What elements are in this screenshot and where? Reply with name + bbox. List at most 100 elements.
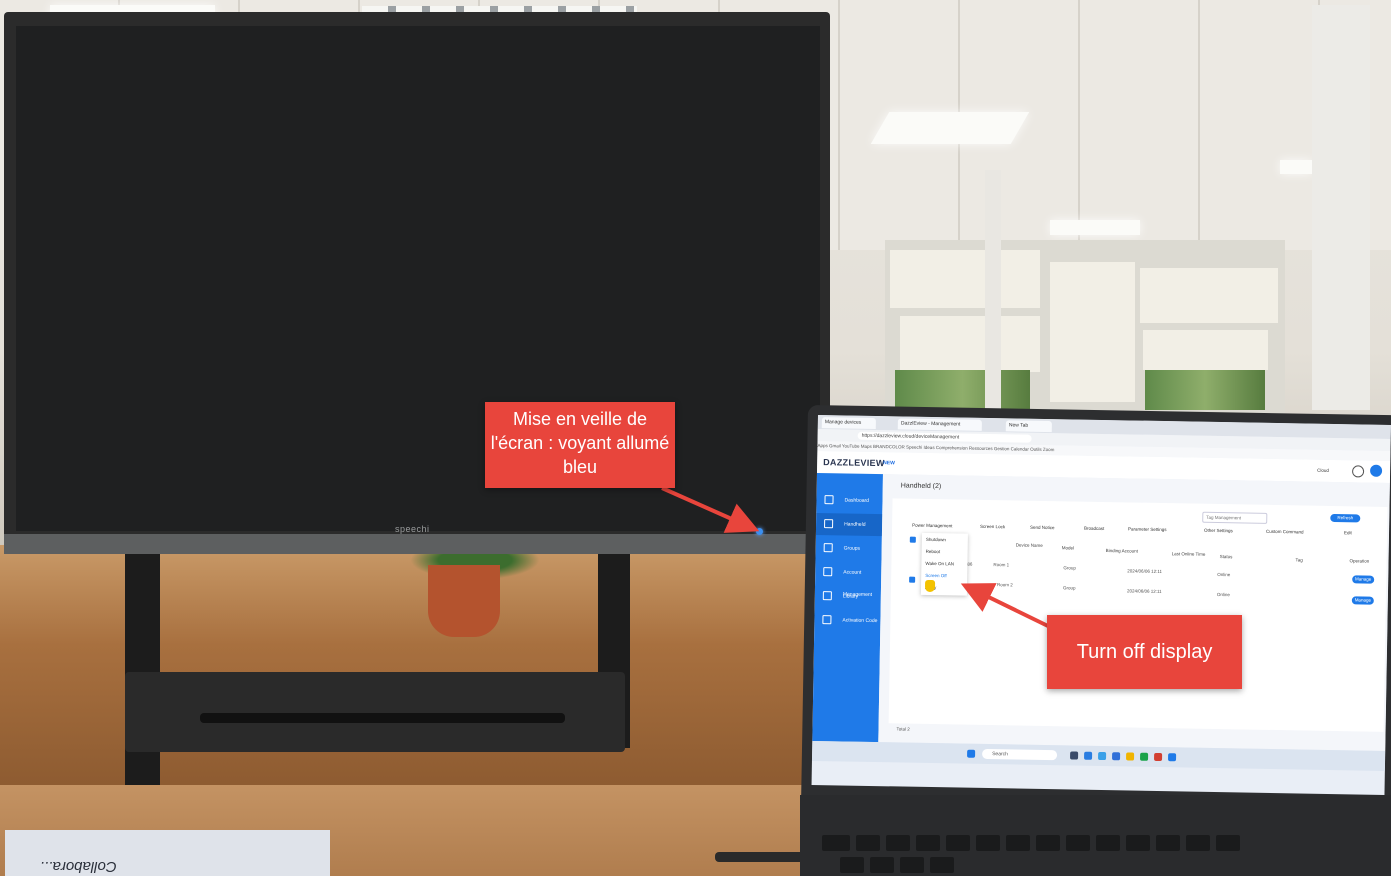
other-settings-button[interactable]: Other Settings	[1204, 528, 1233, 534]
keyboard-key	[1036, 835, 1060, 851]
app-icon[interactable]	[1140, 752, 1149, 761]
taskbar-search[interactable]: Search	[982, 748, 1058, 761]
screen-lock-button[interactable]: Screen Lock	[980, 524, 1005, 529]
menu-item-wake-on-lan[interactable]: Wake On LAN	[925, 561, 954, 566]
sidebar-item-account-management[interactable]: Account Management	[815, 561, 881, 598]
display-brand: speechi	[395, 524, 430, 534]
display-bezel	[4, 534, 830, 554]
column-header: Tag	[1295, 557, 1303, 563]
row-manage-button[interactable]: Manage	[1351, 596, 1374, 605]
monitor-stand-tray	[125, 672, 625, 752]
keyboard-key	[1156, 835, 1180, 851]
column-header: Binding Account	[1105, 548, 1138, 554]
keyboard-key	[822, 835, 850, 851]
app-logo: DAZZLEVIEW	[823, 457, 885, 469]
usb-cable	[715, 852, 805, 862]
laptop-keyboard	[800, 795, 1391, 876]
app-icon[interactable]	[1098, 751, 1107, 761]
folder-icon	[822, 591, 832, 601]
monitor-icon	[824, 519, 834, 529]
keyboard-key	[900, 857, 924, 873]
select-all-checkbox[interactable]	[909, 536, 916, 543]
standby-led-icon	[756, 528, 763, 535]
row-model: 86	[967, 561, 973, 567]
app-icon[interactable]	[1168, 753, 1177, 762]
row-device-name: Room 2	[997, 582, 1013, 588]
sidebar-item-label: Dashboard	[844, 497, 870, 504]
row-last-online: 2024/06/06 12:11	[1126, 588, 1162, 595]
photo-scene: speechi Collabora... Manage devices Dazz…	[0, 0, 1391, 876]
row-status: Online	[1217, 571, 1231, 578]
sidebar-item-label: Handheld	[844, 521, 866, 528]
menu-item-shutdown[interactable]: Shutdown	[926, 537, 946, 542]
pillar	[1312, 5, 1370, 410]
refresh-button[interactable]: Refresh	[1330, 513, 1361, 523]
table-footer: Total 2	[896, 726, 910, 732]
keyboard-key	[840, 857, 864, 873]
window-blind	[890, 250, 1040, 308]
plant-pot	[428, 565, 500, 637]
folder-icon[interactable]	[1126, 752, 1135, 761]
desk-paper-text: Collabora...	[40, 858, 117, 875]
keyboard-key	[916, 835, 940, 851]
browser-tab[interactable]: Manage devices	[821, 417, 876, 430]
group-icon	[823, 543, 833, 553]
outdoor-trees	[895, 370, 1030, 410]
tray-slot	[200, 713, 565, 723]
sidebar-item-dashboard[interactable]: Dashboard	[816, 489, 882, 512]
row-account: Group	[1062, 585, 1076, 591]
row-status: Online	[1216, 591, 1230, 598]
sidebar-item-groups[interactable]: Groups	[815, 537, 881, 560]
browser-tab[interactable]: New Tab	[1005, 420, 1052, 433]
pillar	[985, 170, 1001, 410]
page-title: Handheld (2)	[900, 482, 942, 491]
row-last-online: 2024/06/06 12:11	[1127, 568, 1163, 575]
row-account: Group	[1063, 565, 1076, 571]
parameter-settings-button[interactable]: Parameter Settings	[1128, 526, 1167, 532]
header-cloud-label[interactable]: Cloud	[1317, 468, 1329, 473]
column-header: Model	[1061, 545, 1075, 551]
taskview-icon[interactable]	[1070, 751, 1079, 760]
standby-callout: Mise en veille de l'écran : voyant allum…	[485, 402, 675, 488]
send-notice-button[interactable]: Send Notice	[1030, 525, 1055, 530]
keyboard-key	[870, 857, 894, 873]
keyboard-key	[886, 835, 910, 851]
display-screen-off	[16, 26, 820, 531]
row-checkbox[interactable]	[909, 576, 916, 583]
custom-command-button[interactable]: Custom Command	[1266, 529, 1304, 535]
window-blind	[1143, 330, 1268, 370]
window-blind	[1140, 268, 1278, 323]
power-management-dropdown[interactable]: Power Management	[912, 523, 952, 529]
keyboard-key	[946, 835, 970, 851]
ceiling-light	[870, 112, 1030, 144]
app-logo-badge: NEW	[883, 460, 895, 467]
edge-icon[interactable]	[1084, 751, 1093, 760]
sidebar-item-library[interactable]: Library	[815, 585, 881, 608]
column-header: Operation	[1349, 558, 1370, 564]
window-blind	[900, 316, 1040, 372]
grid-icon	[824, 495, 834, 505]
keyboard-key	[856, 835, 880, 851]
chrome-icon[interactable]	[1154, 752, 1163, 762]
keyboard-key	[1066, 835, 1090, 851]
keyboard-key	[1096, 835, 1120, 851]
start-icon[interactable]	[967, 749, 976, 758]
browser-tab[interactable]: DazzlEview - Management	[897, 418, 982, 431]
shield-icon	[822, 615, 832, 625]
sidebar-item-handheld[interactable]: Handheld	[815, 512, 883, 537]
sidebar-item-label: Library	[842, 593, 859, 600]
menu-item-screen-off[interactable]: Screen Off	[925, 573, 947, 578]
outdoor-trees	[1145, 370, 1265, 410]
sidebar-item-activation-code[interactable]: Activation Code	[814, 609, 880, 632]
keyboard-key	[1126, 835, 1150, 851]
edit-button[interactable]: Edit	[1344, 530, 1352, 535]
laptop-screen: Manage devices DazzlEview - Management N…	[811, 415, 1391, 795]
tag-search-input[interactable]: Tag Management	[1202, 511, 1268, 524]
app-icon[interactable]	[1112, 752, 1121, 761]
row-manage-button[interactable]: Manage	[1352, 575, 1375, 584]
column-header: Device Name	[1015, 542, 1043, 548]
broadcast-button[interactable]: Broadcast	[1084, 526, 1104, 531]
hand-cursor-icon	[924, 579, 936, 593]
sidebar-item-label: Activation Code	[842, 617, 878, 625]
menu-item-reboot[interactable]: Reboot	[926, 549, 941, 554]
